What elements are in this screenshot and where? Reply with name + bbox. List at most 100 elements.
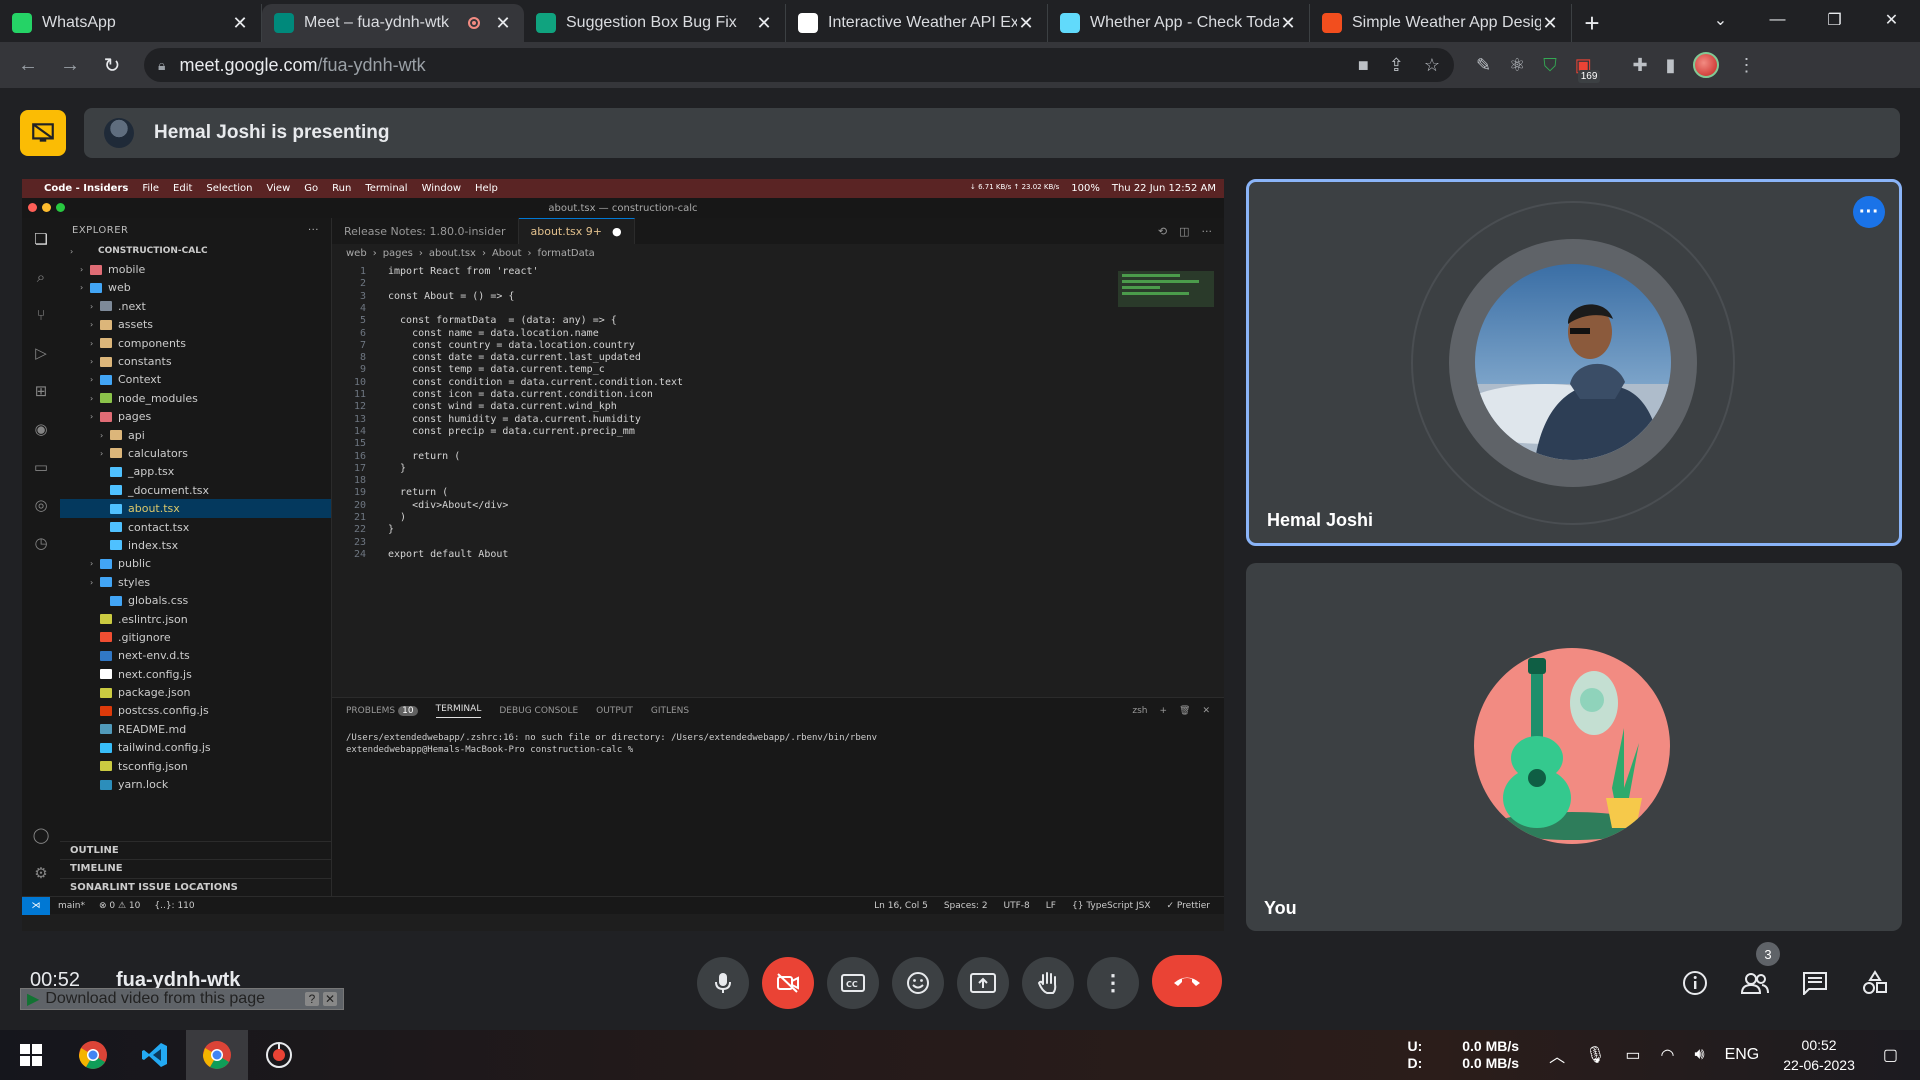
mac-menu-item[interactable]: Selection — [206, 183, 252, 194]
file-item[interactable]: .gitignore — [60, 628, 331, 646]
code-editor[interactable]: 1 import React from 'react' 2 3 const About … — [332, 266, 1224, 676]
profile-avatar[interactable] — [1693, 52, 1720, 78]
panel-tab[interactable]: GITLENS — [651, 706, 689, 716]
breadcrumb-item[interactable]: web — [346, 248, 367, 259]
battery-icon[interactable]: ▭ — [1625, 1045, 1640, 1065]
address-bar[interactable]: 🔒︎ meet.google.com/fua-ydnh-wtk ■ ⇪ ☆ — [144, 48, 1454, 82]
panel-tab[interactable]: PROBLEMS 10 — [346, 706, 418, 716]
leave-call-button[interactable] — [1152, 955, 1222, 1007]
dismiss-icon[interactable]: ✕ — [323, 992, 337, 1006]
mac-menu-item[interactable]: Window — [422, 183, 461, 194]
reload-button[interactable]: ↻ — [94, 47, 130, 83]
mac-menu-item[interactable]: Help — [475, 183, 498, 194]
taskbar-app[interactable] — [248, 1030, 310, 1080]
browser-tab[interactable]: Interactive Weather API Exp ✕ — [786, 4, 1048, 42]
camera-icon[interactable]: ■ — [1358, 55, 1369, 76]
panel-tab[interactable]: TERMINAL — [435, 704, 482, 718]
explorer-section[interactable]: OUTLINE — [60, 840, 331, 859]
notifications-icon[interactable]: ▢ — [1883, 1045, 1898, 1065]
close-tab-icon[interactable]: ✕ — [755, 13, 773, 34]
file-item[interactable]: next-env.d.ts — [60, 647, 331, 665]
gitlens-icon[interactable]: ◎ — [34, 496, 47, 514]
status-item[interactable]: LF — [1046, 901, 1056, 911]
restore-button[interactable]: ❐ — [1806, 0, 1863, 40]
status-item[interactable]: {..}: 110 — [154, 901, 194, 911]
browser-tab[interactable]: Whether App - Check Toda ✕ — [1048, 4, 1310, 42]
react-devtools-icon[interactable]: ⚛ — [1509, 55, 1525, 76]
present-screen-button[interactable] — [957, 957, 1009, 1009]
mac-menu-item[interactable]: Edit — [173, 183, 192, 194]
tab-search-icon[interactable]: ⌄ — [1692, 0, 1749, 40]
folder-item[interactable]: › CONSTRUCTION-CALC — [60, 242, 331, 260]
taskbar-chrome[interactable] — [62, 1030, 124, 1080]
browser-menu-icon[interactable]: ⋮ — [1737, 55, 1755, 76]
participant-tile-hemal[interactable]: ··· Hemal Joshi — [1246, 179, 1902, 546]
close-tab-icon[interactable]: ✕ — [1279, 13, 1297, 34]
file-item[interactable]: globals.css — [60, 591, 331, 609]
extensions-puzzle-icon[interactable]: ✚ — [1632, 55, 1647, 76]
close-window-button[interactable]: ✕ — [1863, 0, 1920, 40]
pen-extension-icon[interactable]: ✎ — [1476, 55, 1491, 76]
browser-tab[interactable]: Simple Weather App Desig ✕ — [1310, 4, 1572, 42]
mac-menu-item[interactable]: Code - Insiders — [44, 183, 128, 194]
file-item[interactable]: next.config.js — [60, 665, 331, 683]
folder-item[interactable]: › web — [60, 279, 331, 297]
browser-tab[interactable]: WhatsApp ✕ — [0, 4, 262, 42]
presentation-icon[interactable] — [20, 110, 66, 156]
editor-more-icon[interactable]: ··· — [1202, 225, 1213, 238]
chat-icon[interactable]: ▭ — [34, 458, 48, 476]
people-button[interactable] — [1735, 963, 1775, 1003]
breadcrumb-item[interactable]: about.tsx — [429, 248, 476, 259]
remote-explorer-icon[interactable]: ◉ — [34, 420, 47, 438]
back-button[interactable]: ← — [10, 47, 46, 83]
status-item[interactable]: Spaces: 2 — [944, 901, 988, 911]
folder-item[interactable]: › constants — [60, 352, 331, 370]
mac-menu-item[interactable]: View — [267, 183, 291, 194]
file-item[interactable]: tailwind.config.js — [60, 739, 331, 757]
panel-tab[interactable]: DEBUG CONSOLE — [499, 706, 578, 716]
mic-tray-icon[interactable]: 🎙︎ — [1585, 1045, 1605, 1065]
panel-tab[interactable]: OUTPUT — [596, 706, 633, 716]
remote-indicator-icon[interactable]: ⋊ — [22, 896, 50, 915]
explorer-section[interactable]: TIMELINE — [60, 859, 331, 877]
file-item[interactable]: _app.tsx — [60, 463, 331, 481]
mac-menu-item[interactable]: File — [142, 183, 159, 194]
more-options-button[interactable]: ··· — [1853, 196, 1885, 228]
camera-off-button[interactable] — [762, 957, 814, 1009]
wifi-icon[interactable]: ◠ — [1661, 1045, 1675, 1065]
file-item[interactable]: index.tsx — [60, 536, 331, 554]
taskbar-vscode[interactable] — [124, 1030, 186, 1080]
tab-release-notes[interactable]: Release Notes: 1.80.0-insider — [332, 218, 519, 244]
folder-item[interactable]: › .next — [60, 297, 331, 315]
mac-menu-item[interactable]: Go — [304, 183, 318, 194]
close-tab-icon[interactable]: ✕ — [1541, 13, 1559, 34]
status-item[interactable]: ✓ Prettier — [1166, 901, 1210, 911]
explorer-section[interactable]: SONARLINT ISSUE LOCATIONS — [60, 877, 331, 896]
terminal-shell-label[interactable]: zsh — [1132, 706, 1147, 716]
lock-icon[interactable]: 🔒︎ — [158, 57, 165, 74]
meeting-details-button[interactable] — [1675, 963, 1715, 1003]
file-item[interactable]: package.json — [60, 683, 331, 701]
share-icon[interactable]: ⇪ — [1389, 55, 1404, 76]
file-item[interactable]: README.md — [60, 720, 331, 738]
forward-button[interactable]: → — [52, 47, 88, 83]
extensions-icon[interactable]: ⊞ — [35, 382, 48, 400]
activities-button[interactable] — [1855, 963, 1895, 1003]
shield-extension-icon[interactable]: ⛉ — [1543, 55, 1557, 76]
extension-badge-icon[interactable]: ▣169 — [1575, 55, 1615, 83]
manage-gear-icon[interactable]: ⚙ — [34, 864, 47, 882]
more-options-button[interactable]: ⋮ — [1087, 957, 1139, 1009]
reactions-button[interactable] — [892, 957, 944, 1009]
close-tab-icon[interactable]: ✕ — [231, 13, 249, 34]
folder-item[interactable]: › assets — [60, 316, 331, 334]
captions-button[interactable]: CC — [827, 957, 879, 1009]
timeline-icon[interactable]: ◷ — [34, 534, 47, 552]
folder-item[interactable]: › styles — [60, 573, 331, 591]
status-item[interactable]: ⊗ 0 ⚠ 10 — [99, 901, 140, 911]
close-tab-icon[interactable]: ✕ — [494, 13, 512, 34]
close-tab-icon[interactable]: ✕ — [1017, 13, 1035, 34]
breadcrumb-item[interactable]: pages — [383, 248, 413, 259]
new-terminal-icon[interactable]: + — [1159, 706, 1167, 716]
chat-button[interactable] — [1795, 963, 1835, 1003]
bookmark-star-icon[interactable]: ☆ — [1424, 55, 1440, 76]
